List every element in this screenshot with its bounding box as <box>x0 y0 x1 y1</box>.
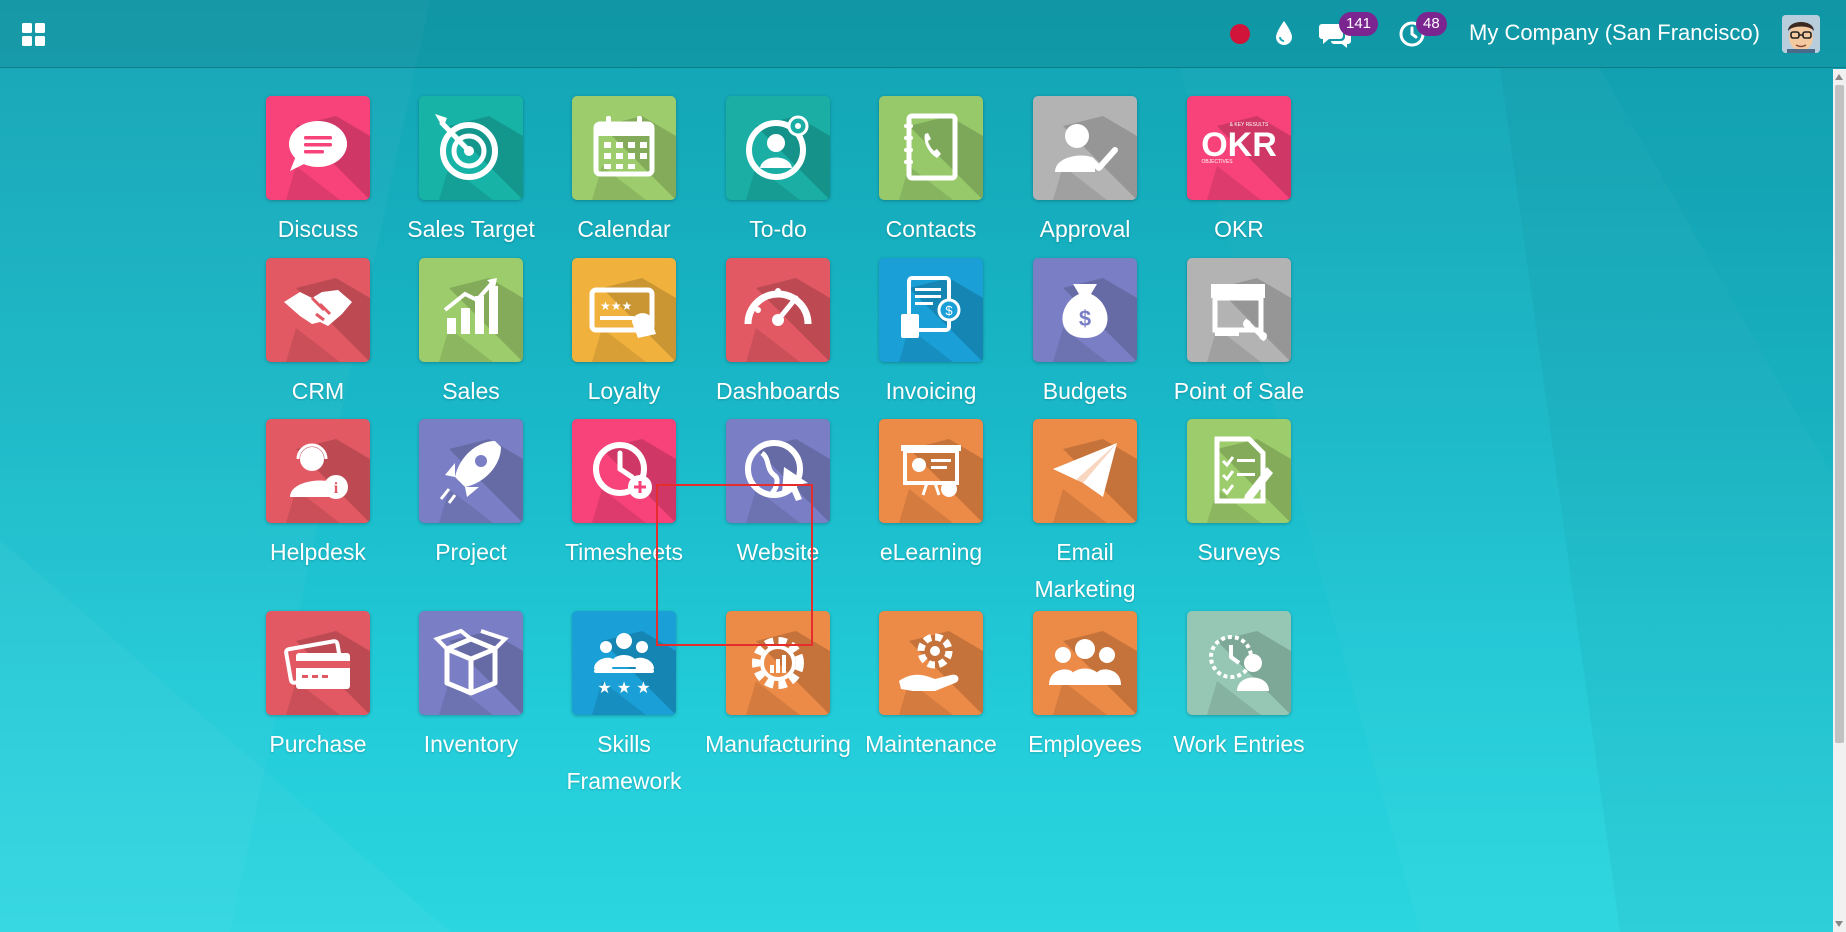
apps-menu-icon[interactable] <box>20 20 48 48</box>
presentation-icon <box>879 419 983 523</box>
scrollbar[interactable] <box>1833 69 1846 932</box>
svg-text:$: $ <box>945 303 953 318</box>
svg-text:& KEY RESULTS: & KEY RESULTS <box>1230 122 1269 128</box>
svg-text:OBJECTIVES: OBJECTIVES <box>1201 159 1233 165</box>
app-label: Dashboards <box>715 378 841 404</box>
app-label: Sales <box>442 378 500 404</box>
app-maintenance[interactable]: Maintenance <box>851 611 1011 763</box>
address-book-icon <box>879 96 983 200</box>
app-invoicing[interactable]: $ Invoicing <box>851 258 1011 410</box>
app-label: Invoicing <box>885 378 977 404</box>
app-purchase[interactable]: Purchase <box>238 611 398 763</box>
paper-plane-icon <box>1033 419 1137 523</box>
messages-count-badge: 141 <box>1339 12 1379 36</box>
app-label: Calendar <box>577 216 671 242</box>
money-bag-icon: $ <box>1033 258 1137 362</box>
app-dashboards[interactable]: Dashboards <box>698 258 858 410</box>
calendar-icon <box>572 96 676 200</box>
app-point-of-sale[interactable]: Point of Sale <box>1159 258 1319 410</box>
credit-card-icon <box>266 611 370 715</box>
app-label: CRM <box>291 378 345 404</box>
svg-text:i: i <box>334 480 339 497</box>
rocket-icon <box>419 419 523 523</box>
people-icon <box>1033 611 1137 715</box>
app-label: Discuss <box>277 216 359 242</box>
app-label: Approval <box>1039 216 1131 242</box>
app-crm[interactable]: CRM <box>238 258 398 410</box>
app-label: Work Entries <box>1173 731 1305 757</box>
app-label: Surveys <box>1197 539 1281 565</box>
app-label: Inventory <box>423 731 519 757</box>
app-approval[interactable]: Approval <box>1005 96 1165 248</box>
invoice-icon: $ <box>879 258 983 362</box>
app-label: Loyalty <box>587 378 661 404</box>
app-surveys[interactable]: Surveys <box>1159 419 1319 571</box>
survey-icon <box>1187 419 1291 523</box>
app-to-do[interactable]: To-do <box>698 96 858 248</box>
drop-icon[interactable] <box>1274 19 1294 47</box>
chat-bubble-icon <box>266 96 370 200</box>
hand-gear-icon <box>879 611 983 715</box>
app-employees[interactable]: Employees <box>1005 611 1165 763</box>
app-loyalty[interactable]: ★★★ Loyalty <box>544 258 704 410</box>
scroll-thumb[interactable] <box>1835 85 1844 743</box>
clock-user-icon <box>1187 611 1291 715</box>
app-label: Employees <box>1028 731 1142 757</box>
app-label: Purchase <box>269 731 367 757</box>
app-label: Helpdesk <box>270 539 366 565</box>
activities-count-badge: 48 <box>1416 12 1447 36</box>
app-okr[interactable]: OKR & KEY RESULTS OBJECTIVES OKR <box>1159 96 1319 248</box>
loyalty-card-icon: ★★★ <box>572 258 676 362</box>
box-icon <box>419 611 523 715</box>
support-agent-icon: i <box>266 419 370 523</box>
svg-text:★ ★ ★: ★ ★ ★ <box>597 678 650 697</box>
app-email-marketing[interactable]: Email Marketing <box>1005 419 1165 608</box>
app-discuss[interactable]: Discuss <box>238 96 398 248</box>
company-switcher[interactable]: My Company (San Francisco) <box>1469 20 1760 46</box>
speedometer-icon <box>726 258 830 362</box>
okr-logo-icon: OKR & KEY RESULTS OBJECTIVES <box>1187 96 1291 200</box>
app-label: To-do <box>749 216 807 242</box>
recording-dot-icon[interactable] <box>1229 23 1251 45</box>
svg-text:$: $ <box>1079 306 1091 331</box>
app-budgets[interactable]: $ Budgets <box>1005 258 1165 410</box>
selected-app-highlight <box>656 484 813 646</box>
shop-icon <box>1187 258 1291 362</box>
scroll-down-arrow[interactable] <box>1835 921 1843 927</box>
app-project[interactable]: Project <box>391 419 551 571</box>
target-icon <box>419 96 523 200</box>
app-label: Contacts <box>885 216 977 242</box>
svg-text:★★★: ★★★ <box>600 299 632 313</box>
app-inventory[interactable]: Inventory <box>391 611 551 763</box>
app-label: Skills Framework <box>566 731 682 794</box>
activities-button[interactable]: 48 <box>1398 12 1454 52</box>
app-label: Sales Target <box>407 216 535 242</box>
messages-button[interactable]: 141 <box>1318 12 1379 52</box>
app-sales[interactable]: Sales <box>391 258 551 410</box>
app-label: Project <box>435 539 507 565</box>
app-contacts[interactable]: Contacts <box>851 96 1011 248</box>
app-elearning[interactable]: eLearning <box>851 419 1011 571</box>
app-label: Email Marketing <box>1034 539 1136 602</box>
app-label: Manufacturing <box>705 731 851 757</box>
scroll-up-arrow[interactable] <box>1835 74 1843 80</box>
bar-chart-icon <box>419 258 523 362</box>
app-label: Point of Sale <box>1173 378 1305 404</box>
app-label: Maintenance <box>865 731 997 757</box>
handshake-icon <box>266 258 370 362</box>
todo-user-gear-icon <box>726 96 830 200</box>
app-label: Budgets <box>1042 378 1128 404</box>
app-label: eLearning <box>879 539 983 565</box>
app-helpdesk[interactable]: i Helpdesk <box>238 419 398 571</box>
top-navbar: 141 48 My Company (San Francisco) <box>0 0 1846 68</box>
user-avatar[interactable] <box>1782 15 1820 53</box>
user-check-icon <box>1033 96 1137 200</box>
app-work-entries[interactable]: Work Entries <box>1159 611 1319 763</box>
app-sales-target[interactable]: Sales Target <box>391 96 551 248</box>
app-calendar[interactable]: Calendar <box>544 96 704 248</box>
app-label: OKR <box>1214 216 1264 242</box>
